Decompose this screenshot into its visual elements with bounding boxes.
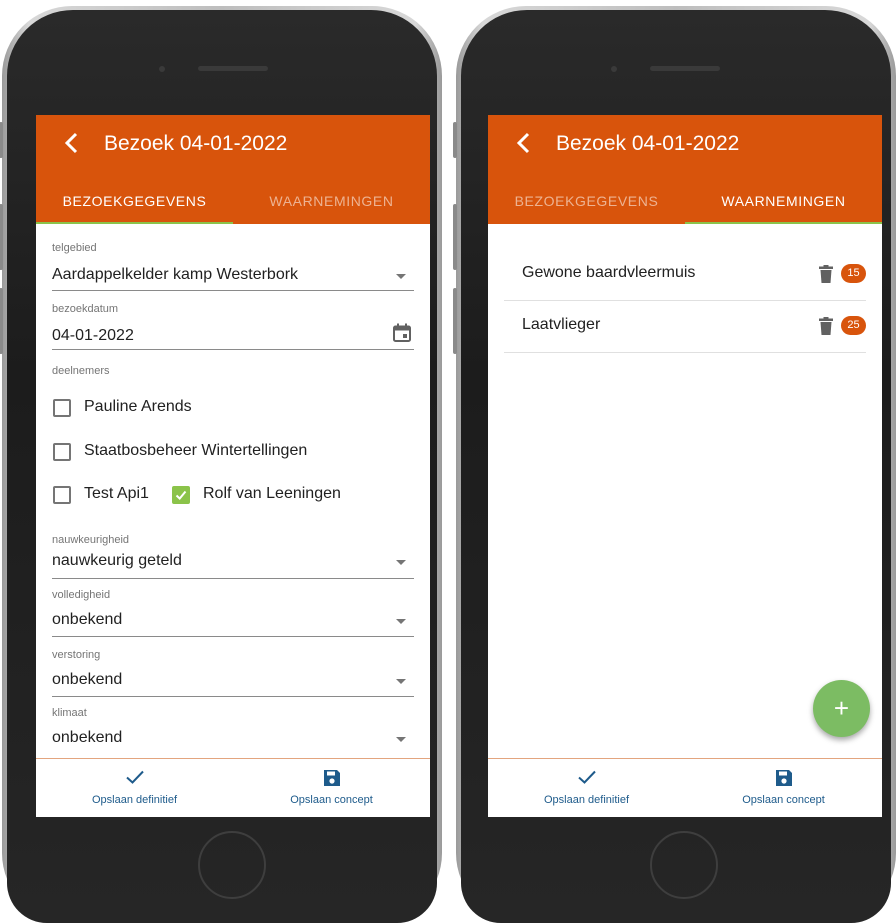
page-title: Bezoek 04-01-2022 <box>104 132 288 155</box>
check-icon <box>125 770 144 784</box>
volledigheid-select[interactable]: volledigheid onbekend <box>52 589 414 637</box>
checkbox-rolf-van-leeningen[interactable] <box>172 486 190 504</box>
save-concept-button[interactable]: Opslaan concept <box>685 759 882 817</box>
field-label: nauwkeurigheid <box>52 534 130 546</box>
divider <box>52 290 414 291</box>
telgebied-select[interactable]: telgebied Aardappelkelder kamp Westerbor… <box>52 242 414 292</box>
field-label: telgebied <box>52 242 97 254</box>
save-final-button[interactable]: Opslaan definitief <box>36 759 233 817</box>
chevron-down-icon <box>396 274 406 279</box>
side-button <box>453 288 457 354</box>
save-icon <box>323 770 340 786</box>
checkbox-pauline-arends[interactable] <box>53 399 71 417</box>
app-bar: Bezoek 04-01-2022 BEZOEKGEGEVENS WAARNEM… <box>36 115 430 224</box>
side-button <box>453 122 457 158</box>
page-title: Bezoek 04-01-2022 <box>556 132 740 155</box>
tab-waarnemingen[interactable]: WAARNEMINGEN <box>685 191 882 224</box>
home-button[interactable] <box>198 831 266 899</box>
chevron-down-icon <box>396 679 406 684</box>
camera-icon <box>159 66 165 72</box>
save-concept-label: Opslaan concept <box>290 794 373 806</box>
tab-bezoekgegevens[interactable]: BEZOEKGEGEVENS <box>36 191 233 224</box>
checkbox-label: Pauline Arends <box>84 398 192 415</box>
verstoring-select[interactable]: verstoring onbekend <box>52 649 414 697</box>
nauwkeurigheid-select[interactable]: nauwkeurigheid nauwkeurig geteld <box>52 534 414 580</box>
divider <box>52 696 414 697</box>
side-button <box>0 288 3 354</box>
species-name: Laatvlieger <box>522 316 601 333</box>
field-label: klimaat <box>52 707 87 719</box>
checkmark-icon <box>175 490 187 500</box>
count-badge: 15 <box>841 264 866 283</box>
save-concept-label: Opslaan concept <box>742 794 825 806</box>
add-observation-button[interactable]: + <box>813 680 870 737</box>
save-final-label: Opslaan definitief <box>544 794 629 806</box>
field-value: onbekend <box>52 671 123 688</box>
save-icon <box>775 770 792 786</box>
bottom-action-bar: Opslaan definitief Opslaan concept <box>36 758 430 817</box>
speaker-grill <box>650 66 720 71</box>
side-button <box>453 204 457 270</box>
back-arrow-icon[interactable] <box>512 131 536 155</box>
field-value: nauwkeurig geteld <box>52 552 182 569</box>
klimaat-select[interactable]: klimaat onbekend <box>52 707 414 755</box>
home-button[interactable] <box>650 831 718 899</box>
checkbox-label: Staatbosbeheer Wintertellingen <box>84 442 308 459</box>
observation-item[interactable]: Laatvlieger 25 <box>504 301 866 353</box>
check-icon <box>577 770 596 784</box>
field-label: deelnemers <box>52 365 110 377</box>
chevron-down-icon <box>396 619 406 624</box>
side-button <box>0 204 3 270</box>
field-value: onbekend <box>52 729 123 746</box>
calendar-icon[interactable] <box>392 323 412 343</box>
observation-item[interactable]: Gewone baardvleermuis 15 <box>504 249 866 301</box>
divider <box>52 636 414 637</box>
field-label: volledigheid <box>52 589 111 601</box>
back-arrow-icon[interactable] <box>60 131 84 155</box>
screen-visit-details: Bezoek 04-01-2022 BEZOEKGEGEVENS WAARNEM… <box>36 115 430 817</box>
screen-observations: Bezoek 04-01-2022 BEZOEKGEGEVENS WAARNEM… <box>488 115 882 817</box>
app-bar: Bezoek 04-01-2022 BEZOEKGEGEVENS WAARNEM… <box>488 115 882 224</box>
trash-icon[interactable] <box>819 265 833 283</box>
field-label: verstoring <box>52 649 101 661</box>
tab-waarnemingen[interactable]: WAARNEMINGEN <box>233 191 430 224</box>
camera-icon <box>611 66 617 72</box>
checkbox-test-api1[interactable] <box>53 486 71 504</box>
species-name: Gewone baardvleermuis <box>522 264 696 281</box>
save-final-button[interactable]: Opslaan definitief <box>488 759 685 817</box>
field-value: Aardappelkelder kamp Westerbork <box>52 266 299 283</box>
save-final-label: Opslaan definitief <box>92 794 177 806</box>
side-button <box>0 122 3 158</box>
checkbox-label: Test Api1 <box>84 485 149 502</box>
field-value: onbekend <box>52 611 123 628</box>
count-badge: 25 <box>841 316 866 335</box>
divider <box>52 578 414 579</box>
checkbox-label: Rolf van Leeningen <box>203 485 341 502</box>
checkbox-staatbosbeheer[interactable] <box>53 443 71 461</box>
divider <box>52 349 414 350</box>
field-label: bezoekdatum <box>52 303 119 315</box>
bottom-action-bar: Opslaan definitief Opslaan concept <box>488 758 882 817</box>
tab-bezoekgegevens[interactable]: BEZOEKGEGEVENS <box>488 191 685 224</box>
speaker-grill <box>198 66 268 71</box>
plus-icon: + <box>833 693 850 723</box>
bezoekdatum-field[interactable]: bezoekdatum 04-01-2022 <box>52 303 414 351</box>
field-value: 04-01-2022 <box>52 327 134 344</box>
trash-icon[interactable] <box>819 317 833 335</box>
save-concept-button[interactable]: Opslaan concept <box>233 759 430 817</box>
chevron-down-icon <box>396 560 406 565</box>
chevron-down-icon <box>396 737 406 742</box>
